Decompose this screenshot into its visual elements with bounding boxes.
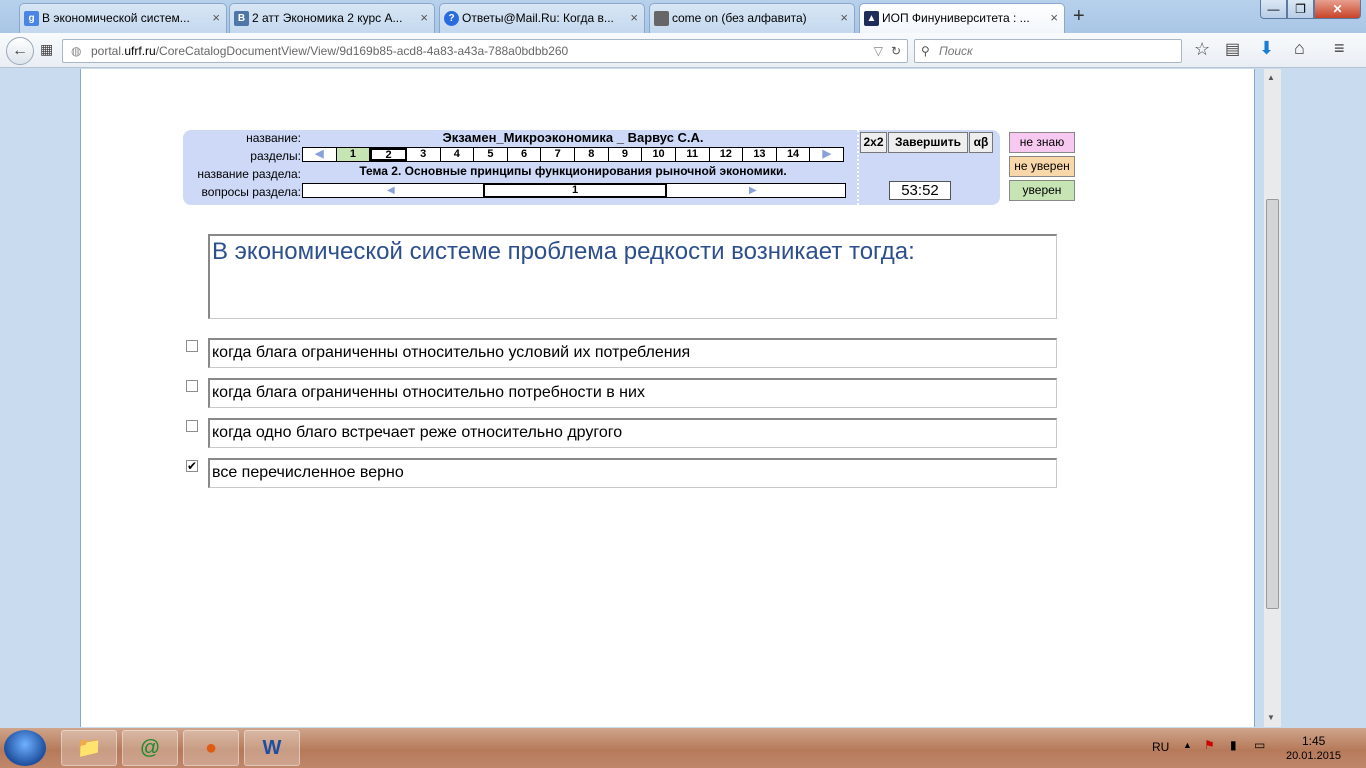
file-explorer-icon[interactable]: 📁 — [61, 730, 117, 766]
mail-answers-icon: ? — [444, 11, 459, 26]
close-tab-icon[interactable]: × — [420, 4, 428, 32]
close-tab-icon[interactable]: × — [630, 4, 638, 32]
section-9[interactable]: 9 — [609, 148, 643, 161]
flag-icon[interactable]: ⚑ — [1204, 738, 1215, 752]
section-7[interactable]: 7 — [541, 148, 575, 161]
answer-checkbox[interactable] — [186, 340, 198, 352]
exam-title: Экзамен_Микроэкономика _ Варвус С.А. — [442, 130, 704, 145]
tray-expand-icon[interactable]: ▲ — [1183, 740, 1192, 750]
answer-text[interactable]: все перечисленное верно — [208, 458, 1057, 488]
section-11[interactable]: 11 — [676, 148, 710, 161]
answer-text[interactable]: когда одно благо встречает реже относите… — [208, 418, 1057, 448]
google-icon: g — [24, 11, 39, 26]
finish-button[interactable]: Завершить — [888, 132, 968, 153]
answer-checkbox[interactable] — [186, 420, 198, 432]
vertical-scrollbar[interactable]: ▲ ▼ — [1264, 69, 1281, 727]
word-icon[interactable]: W — [244, 730, 300, 766]
page-content: название: разделы: название раздела: воп… — [80, 69, 1255, 727]
dropdown-arrow-icon[interactable]: ▽ — [874, 40, 883, 62]
tab-iop-finuniversity[interactable]: ▲ ИОП Финуниверситета : ... × — [859, 3, 1065, 33]
section-name: Тема 2. Основные принципы функционирован… — [359, 164, 787, 178]
image-icon — [654, 11, 669, 26]
question-1[interactable]: 1 — [483, 183, 667, 198]
new-tab-button[interactable]: + — [1073, 5, 1085, 28]
maximize-button[interactable]: ❐ — [1287, 0, 1314, 19]
section-1[interactable]: 1 — [336, 148, 371, 161]
scroll-up-arrow-icon[interactable]: ▲ — [1267, 73, 1275, 82]
tab-mail-answers[interactable]: ? Ответы@Mail.Ru: Когда в... × — [439, 3, 645, 33]
answer-text[interactable]: когда блага ограниченны относительно пот… — [208, 378, 1057, 408]
url-bar[interactable]: ◍ portal.ufrf.ru/CoreCatalogDocumentView… — [62, 39, 908, 63]
mail-agent-icon[interactable]: @ — [122, 730, 178, 766]
scroll-down-arrow-icon[interactable]: ▼ — [1267, 713, 1275, 722]
section-13[interactable]: 13 — [743, 148, 777, 161]
minimize-button[interactable]: — — [1260, 0, 1287, 19]
search-icon: ⚲ — [921, 44, 930, 58]
vk-icon: B — [234, 11, 249, 26]
bookmark-star-icon[interactable]: ☆ — [1194, 39, 1210, 60]
section-3[interactable]: 3 — [407, 148, 441, 161]
not-sure-button[interactable]: не уверен — [1009, 156, 1075, 177]
clock-time[interactable]: 1:45 — [1302, 734, 1325, 748]
close-tab-icon[interactable]: × — [840, 4, 848, 32]
globe-icon: ◍ — [71, 44, 82, 58]
bookmarks-menu-icon[interactable]: ▦ — [40, 41, 53, 58]
sections-navigator: ◀ 1 2 3 4 5 6 7 8 9 10 11 12 13 14 ▶ — [302, 147, 844, 162]
answer-checkbox[interactable] — [186, 380, 198, 392]
question-box: В экономической системе проблема редкост… — [208, 234, 1057, 319]
section-6[interactable]: 6 — [508, 148, 542, 161]
reload-icon[interactable]: ↻ — [891, 40, 901, 62]
bookmarks-list-icon[interactable]: ▤ — [1225, 39, 1240, 59]
dont-know-button[interactable]: не знаю — [1009, 132, 1075, 153]
menu-icon[interactable]: ≡ — [1334, 38, 1345, 59]
question-text: В экономической системе проблема редкост… — [212, 238, 915, 265]
close-tab-icon[interactable]: × — [1050, 4, 1058, 32]
taskbar: 📁 @ ● W RU ▲ ⚑ ▮ ▭ 1:45 20.01.2015 — [0, 728, 1366, 768]
answer-checkbox[interactable]: ✔ — [186, 460, 198, 472]
sure-button[interactable]: уверен — [1009, 180, 1075, 201]
prev-question-arrow-icon[interactable]: ◀ — [387, 184, 395, 197]
navigation-bar: ← ▦ ◍ portal.ufrf.ru/CoreCatalogDocument… — [0, 33, 1366, 68]
answer-option: когда блага ограниченны относительно усл… — [186, 338, 1057, 368]
close-tab-icon[interactable]: × — [212, 4, 220, 32]
timer: 53:52 — [889, 181, 951, 200]
firefox-icon[interactable]: ● — [183, 730, 239, 766]
tab-google[interactable]: g В экономической систем... × — [19, 3, 227, 33]
section-5[interactable]: 5 — [474, 148, 508, 161]
section-2[interactable]: 2 — [370, 148, 407, 161]
next-question-arrow-icon[interactable]: ▶ — [749, 184, 757, 197]
section-14[interactable]: 14 — [777, 148, 811, 161]
alphabet-button[interactable]: αβ — [969, 132, 993, 153]
exam-header-panel: название: разделы: название раздела: воп… — [183, 130, 1000, 205]
answer-option: когда блага ограниченны относительно пот… — [186, 378, 1057, 408]
close-window-button[interactable]: ✕ — [1314, 0, 1361, 19]
prev-section-arrow-icon[interactable]: ◀ — [303, 148, 337, 161]
start-button[interactable] — [4, 730, 46, 766]
graduation-cap-icon: ▲ — [864, 11, 879, 26]
answer-option: ✔ все перечисленное верно — [186, 458, 1057, 488]
section-12[interactable]: 12 — [710, 148, 744, 161]
tab-vk[interactable]: B 2 атт Экономика 2 курс А... × — [229, 3, 435, 33]
2x2-button[interactable]: 2x2 — [860, 132, 887, 153]
language-indicator[interactable]: RU — [1152, 740, 1169, 754]
back-button[interactable]: ← — [6, 37, 34, 65]
answer-text[interactable]: когда блага ограниченны относительно усл… — [208, 338, 1057, 368]
section-4[interactable]: 4 — [441, 148, 475, 161]
next-section-arrow-icon[interactable]: ▶ — [810, 148, 843, 161]
clock-date[interactable]: 20.01.2015 — [1286, 750, 1341, 762]
power-icon[interactable]: ▮ — [1230, 738, 1237, 752]
questions-navigator: ◀ 1 ▶ — [302, 183, 846, 198]
download-icon[interactable]: ⬇ — [1259, 38, 1274, 59]
tab-strip: g В экономической систем... × B 2 атт Эк… — [0, 0, 1366, 33]
scrollbar-thumb[interactable] — [1266, 199, 1279, 609]
network-icon[interactable]: ▭ — [1254, 738, 1265, 752]
section-10[interactable]: 10 — [642, 148, 676, 161]
home-icon[interactable]: ⌂ — [1294, 38, 1305, 59]
section-8[interactable]: 8 — [575, 148, 609, 161]
answer-option: когда одно благо встречает реже относите… — [186, 418, 1057, 448]
tab-come-on[interactable]: come on (без алфавита) × — [649, 3, 855, 33]
search-input[interactable]: ⚲ Поиск — [914, 39, 1182, 63]
panel-divider — [857, 130, 859, 205]
